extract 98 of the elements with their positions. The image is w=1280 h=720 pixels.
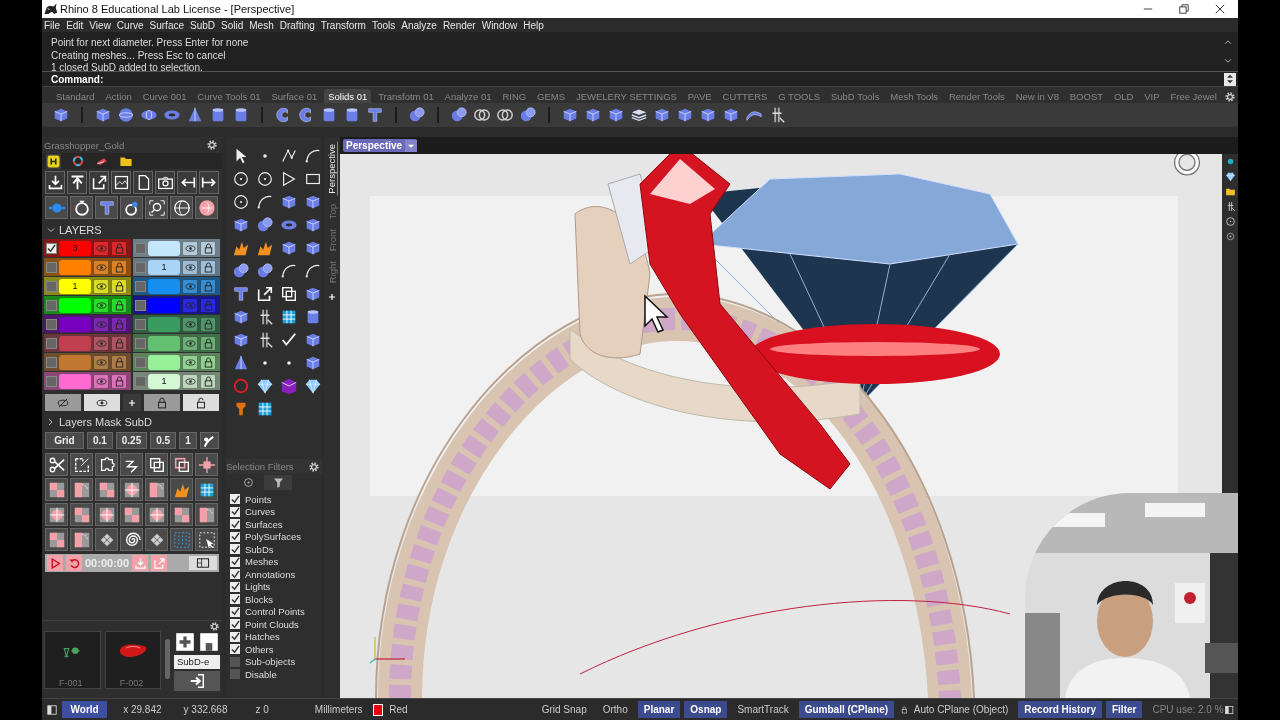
filter-label: Others [245, 643, 274, 655]
thumbnail-label: F-002 [118, 678, 144, 688]
toolbar-tab[interactable]: New in V8 [1011, 89, 1063, 103]
grid-button[interactable]: Grid [45, 432, 84, 449]
viewport-tab[interactable]: Perspective [326, 142, 338, 196]
menu-item[interactable]: Curve [116, 19, 144, 31]
y-coordinate: y 332.668 [183, 704, 228, 715]
layer-count: 3 [72, 243, 78, 253]
layer-color-swatch[interactable]: 1 [59, 278, 91, 294]
thumbnail-label: F-001 [58, 678, 83, 688]
grid-button[interactable]: 0.1 [86, 432, 113, 449]
layer-color-swatch[interactable]: 1 [148, 259, 180, 275]
units-label[interactable]: Millimeters [314, 704, 363, 715]
toolbar-tab[interactable]: VIP [1140, 89, 1164, 103]
toolbar-tab[interactable]: Render Tools [944, 89, 1009, 103]
status-toggle[interactable]: Gumball (CPlane) [798, 701, 895, 718]
menu-item[interactable]: File [44, 19, 61, 31]
filter-label: Blocks [245, 593, 273, 605]
layer-color-swatch[interactable]: 3 [59, 240, 91, 256]
filter-label: Curves [245, 506, 276, 517]
filter-label: Point Clouds [245, 618, 299, 630]
filter-label: Points [245, 493, 272, 505]
filter-label: Lights [245, 581, 271, 592]
filter-label: Surfaces [245, 518, 283, 530]
command-history-line: 1 closed SubD added to selection. [51, 62, 204, 74]
command-history-line: Creating meshes... Press Esc to cancel [51, 49, 227, 61]
toolbar-tab[interactable]: BOOST [1065, 89, 1108, 103]
status-toggle[interactable]: Ortho [596, 701, 634, 718]
layer-count: 1 [161, 262, 167, 272]
viewport-title-tab[interactable]: Perspective [343, 139, 418, 152]
thumbnail[interactable]: F-002 [104, 631, 162, 689]
status-toggle[interactable]: Grid Snap [535, 701, 593, 718]
panel-title: Selection Filters [226, 461, 294, 472]
toolbar-tab[interactable]: Action [101, 89, 136, 103]
toolbar-tab[interactable]: JEWELERY SETTINGS [571, 89, 681, 103]
layer-color-swatch[interactable]: 1 [148, 373, 180, 389]
toolbar-tab[interactable]: Analyze 01 [440, 89, 496, 103]
z-coordinate: z 0 [255, 704, 269, 715]
menu-item[interactable]: Drafting [279, 19, 315, 31]
window-title: Rhino 8 Educational Lab License - [Perspective] [60, 3, 296, 15]
menu-item[interactable]: Transform [320, 19, 366, 31]
filter-label: Annotations [245, 568, 296, 580]
x-coordinate: x 29.842 [123, 704, 162, 715]
menu-item[interactable]: Render [442, 19, 476, 31]
toolbar-tab[interactable]: GEMS [533, 89, 570, 103]
toolbar-tab[interactable]: Standard [52, 89, 99, 103]
toolbar-tab[interactable]: Solids 01 [324, 89, 372, 103]
menu-item[interactable]: Solid [221, 19, 244, 31]
status-toggle[interactable]: Record History [1018, 701, 1102, 718]
menu-item[interactable]: Analyze [401, 19, 437, 31]
toolbar-tab[interactable]: Mesh Tools [886, 89, 943, 103]
toolbar-tab[interactable]: Transfotm 01 [374, 89, 438, 103]
menu-item[interactable]: Tools [371, 19, 396, 31]
command-history-line: Point for next diameter. Press Enter for none [51, 37, 250, 49]
thumbnail[interactable]: F-001 [44, 631, 101, 689]
toolbar-tab[interactable]: Free Jewel [1166, 89, 1221, 103]
toolbar-tab[interactable]: CUTTERS [718, 89, 772, 103]
toolbar-tab[interactable]: PAVE [683, 89, 716, 103]
menu-item[interactable]: Mesh [249, 19, 274, 31]
status-toggle[interactable]: Filter [1105, 701, 1143, 718]
section-title: Layers Mask SubD [59, 416, 152, 428]
status-toggle[interactable]: SmartTrack [731, 701, 795, 718]
panel-title: Grasshopper_Gold [44, 139, 125, 151]
cpu-usage: CPU use: 2.0 % [1152, 704, 1224, 715]
filter-label: Meshes [245, 556, 279, 567]
auto-cplane-toggle[interactable]: Auto CPlane (Object) [913, 704, 1009, 715]
filter-label: SubDs [245, 543, 274, 555]
toolbar-tab[interactable]: Curve Tools 01 [193, 89, 265, 103]
timer: 00:00:00 [85, 557, 130, 569]
filter-label: PolySurfaces [245, 531, 301, 542]
filter-label: Sub-objects [245, 656, 296, 667]
command-prompt: Command: [51, 73, 105, 85]
menu-item[interactable]: Surface [149, 19, 184, 31]
cplane-button[interactable]: World [62, 701, 108, 718]
menu-item[interactable]: View [89, 19, 111, 31]
menu-item[interactable]: SubD [190, 19, 216, 31]
grid-button[interactable]: 0.5 [150, 432, 177, 449]
current-layer[interactable]: Red [389, 704, 408, 715]
toolbar-tab[interactable]: G TOOLS [774, 89, 825, 103]
filter-label: Disable [245, 668, 277, 680]
menu-item[interactable]: Window [481, 19, 518, 31]
status-toggle[interactable]: Osnap [684, 701, 728, 718]
subd-label: SubD-e [174, 655, 220, 669]
section-title: LAYERS [59, 224, 102, 236]
toolbar-tab[interactable]: OLD [1109, 89, 1138, 103]
layer-count: 1 [161, 376, 167, 386]
status-toggle[interactable]: Planar [637, 701, 681, 718]
toolbar-tab[interactable]: Surface 01 [267, 89, 322, 103]
filter-label: Control Points [245, 606, 305, 617]
grid-button[interactable]: 0.25 [115, 432, 148, 449]
toolbar-tab[interactable]: SubD Tools [826, 89, 884, 103]
filter-label: Hatches [245, 631, 280, 642]
layer-count: 1 [72, 281, 78, 291]
menu-item[interactable]: Edit [66, 19, 84, 31]
toolbar-tab[interactable]: RING [498, 89, 531, 103]
toolbar-tab[interactable]: Curve 001 [138, 89, 191, 103]
grid-button[interactable]: 1 [179, 432, 197, 449]
menu-item[interactable]: Help [523, 19, 544, 31]
